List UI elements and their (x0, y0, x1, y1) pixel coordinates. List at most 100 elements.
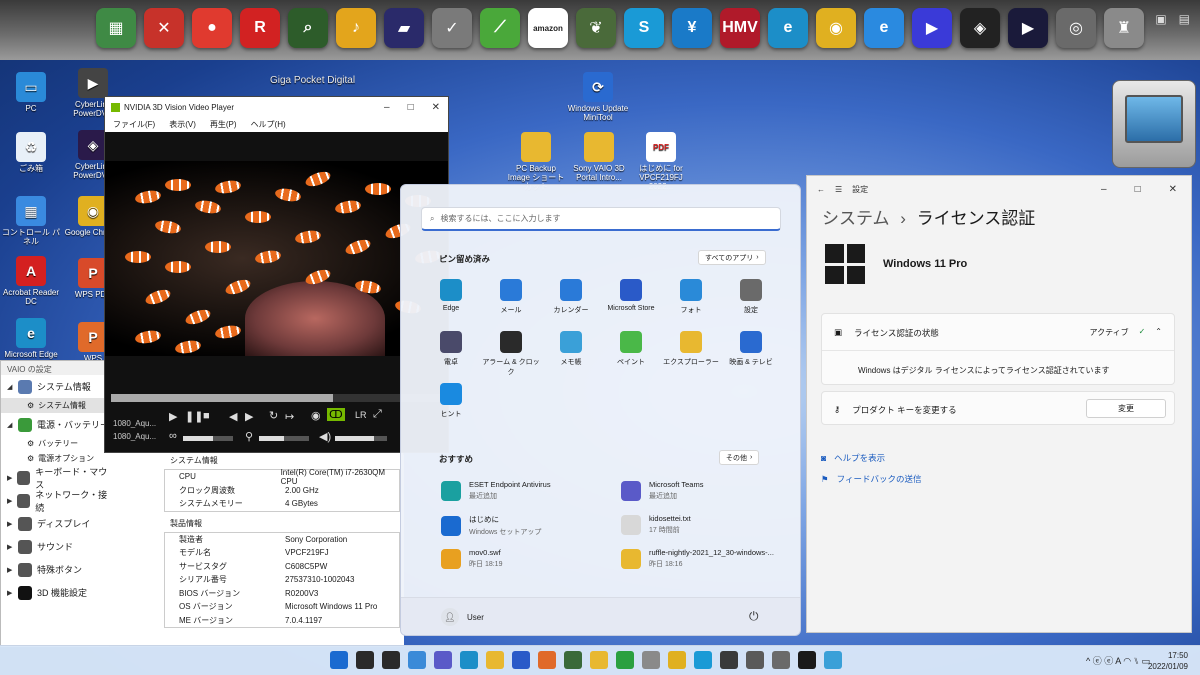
more-button[interactable]: その他 › (719, 450, 760, 465)
amazon-icon[interactable]: amazon (528, 8, 568, 48)
expanded-triangle-icon[interactable]: ◢ (7, 421, 13, 429)
ie-icon[interactable]: e (864, 8, 904, 48)
recommended-item[interactable]: kidosettei.txt 17 時間前 (621, 514, 691, 535)
photo-icon[interactable]: ▰ (384, 8, 424, 48)
start-search-box[interactable]: ⌕ 検索するには、ここに入力します (421, 207, 781, 231)
zoom-slider[interactable] (259, 436, 309, 441)
seek-bar[interactable] (111, 394, 443, 402)
minimize-button[interactable]: – (1101, 184, 1107, 195)
music-icon[interactable]: ♪ (336, 8, 376, 48)
taskbar-app-icon[interactable] (564, 651, 582, 669)
collapsed-triangle-icon[interactable]: ▶ (7, 543, 13, 551)
taskbar-app-icon[interactable] (694, 651, 712, 669)
desktop-icon[interactable]: ⟳ Windows Update MiniTool (567, 72, 629, 122)
edge-icon[interactable]: e (768, 8, 808, 48)
hmv-icon[interactable]: HMV (720, 8, 760, 48)
close-button[interactable]: ✕ (1169, 184, 1177, 195)
collapsed-triangle-icon[interactable]: ▶ (7, 589, 13, 597)
taskbar-app-icon[interactable] (486, 651, 504, 669)
dvd-burner-icon[interactable]: ● (192, 8, 232, 48)
step-forward-icon[interactable]: ▶ (245, 410, 253, 423)
chevron-up-icon[interactable]: ⌃ (1155, 327, 1162, 338)
taskbar-app-icon[interactable] (356, 651, 374, 669)
all-apps-button[interactable]: すべてのアプリ › (698, 250, 766, 265)
repeat-icon[interactable]: ↻ (269, 409, 278, 422)
pinned-app[interactable]: ペイント (601, 331, 661, 367)
taskbar-app-icon[interactable] (434, 651, 452, 669)
taskbar-app-icon[interactable] (746, 651, 764, 669)
feedback-link[interactable]: ⚑ フィードバックの送信 (821, 473, 921, 485)
menu-item[interactable]: ファイル(F) (113, 119, 155, 130)
pinned-app[interactable]: 電卓 (421, 331, 481, 367)
volume-icon[interactable]: ◀) (319, 430, 331, 443)
tree-item[interactable]: ▶ ネットワーク・接続 (1, 489, 109, 513)
ab-repeat-icon[interactable]: ↦ (285, 410, 294, 423)
pinned-app[interactable]: エクスプローラー (661, 331, 721, 367)
green-app-icon[interactable]: ⟋ (480, 8, 520, 48)
vaio-care-icon[interactable]: ▦ (96, 8, 136, 48)
video-frame[interactable] (105, 161, 448, 356)
tree-item[interactable]: ◢ 電源・バッテリー (1, 413, 109, 436)
recommended-item[interactable]: mov0.swf 昨日 18:19 (441, 548, 502, 569)
taskbar-app-icon[interactable] (330, 651, 348, 669)
recommended-item[interactable]: Microsoft Teams 最近追加 (621, 480, 703, 501)
change-button[interactable]: 変更 (1086, 399, 1166, 418)
taskbar-app-icon[interactable] (460, 651, 478, 669)
depth-slider[interactable] (183, 436, 233, 441)
recommended-item[interactable]: ruffle-nightly-2021_12_30-windows-... 昨日 … (621, 548, 774, 569)
3d-toggle-icon[interactable]: ↀ (327, 408, 345, 421)
dock-settings-icon[interactable]: ▣ (1155, 12, 1166, 26)
paint-icon[interactable]: ♜ (1104, 8, 1144, 48)
taskbar-app-icon[interactable] (512, 651, 530, 669)
taskbar-app-icon[interactable] (798, 651, 816, 669)
close-button[interactable]: ✕ (432, 102, 440, 113)
skype-icon[interactable]: S (624, 8, 664, 48)
chrome-icon[interactable]: ◉ (816, 8, 856, 48)
taskbar-app-icon[interactable] (590, 651, 608, 669)
tree-subitem[interactable]: ⚙ バッテリー (1, 436, 109, 451)
clock[interactable]: 17:50 2022/01/09 (1148, 650, 1188, 672)
taskbar-app-icon[interactable] (382, 651, 400, 669)
dock-briefcase-icon[interactable]: ▤ (1179, 12, 1190, 26)
play-icon[interactable]: ▶ (169, 410, 177, 423)
intel-gadget[interactable] (1112, 80, 1196, 168)
recommended-item[interactable]: ESET Endpoint Antivirus 最近追加 (441, 480, 551, 501)
desktop-icon[interactable]: ♻ ごみ箱 (0, 132, 62, 173)
collapsed-triangle-icon[interactable]: ▶ (7, 566, 13, 574)
tree-item[interactable]: ▶ 特殊ボタン (1, 558, 109, 581)
evernote-icon[interactable]: ❦ (576, 8, 616, 48)
pinned-app[interactable]: Microsoft Store (601, 279, 661, 312)
taskbar-app-icon[interactable] (772, 651, 790, 669)
media-gallery-icon[interactable]: ✕ (144, 8, 184, 48)
fullscreen-icon[interactable]: ⤢ (373, 408, 382, 421)
tree-item[interactable]: ▶ 3D 機能設定 (1, 581, 109, 604)
menu-item[interactable]: ヘルプ(H) (251, 119, 286, 130)
desktop-icon[interactable]: e Microsoft Edge (0, 318, 62, 359)
yen-icon[interactable]: ¥ (672, 8, 712, 48)
pinned-app[interactable]: カレンダー (541, 279, 601, 315)
back-arrow-icon[interactable]: ← (817, 185, 825, 194)
powerdvd-icon[interactable]: ▶ (1008, 8, 1048, 48)
tree-item[interactable]: ◢ システム情報 (1, 375, 109, 398)
step-back-icon[interactable]: ◀ (229, 410, 237, 423)
tree-item[interactable]: ▶ ディスプレイ (1, 512, 109, 535)
desktop-icon[interactable]: PC Backup Image ショートカット (505, 132, 567, 191)
power-icon[interactable]: ⏻ (749, 609, 759, 624)
pinned-app[interactable]: フォト (661, 279, 721, 315)
taskbar-app-icon[interactable] (642, 651, 660, 669)
system-tray[interactable]: ^ ⓔ ⓔ A ◠ ⑊ ▭ (1086, 654, 1150, 667)
pinned-app[interactable]: メモ帳 (541, 331, 601, 367)
swap-lr-icon[interactable]: LR (355, 410, 367, 420)
r-app-icon[interactable]: R (240, 8, 280, 48)
breadcrumb-parent[interactable]: システム (822, 209, 890, 228)
play-icon[interactable]: ▶ (912, 8, 952, 48)
pinned-app[interactable]: メール (481, 279, 541, 315)
pinned-app[interactable]: 映画 & テレビ (721, 331, 781, 367)
collapsed-triangle-icon[interactable]: ▶ (7, 474, 12, 482)
webcam-icon[interactable]: ◎ (1056, 8, 1096, 48)
maximize-button[interactable]: □ (1135, 184, 1141, 195)
tree-item[interactable]: ▶ キーボード・マウス (1, 466, 109, 490)
maximize-button[interactable]: □ (408, 102, 414, 113)
taskbar-app-icon[interactable] (616, 651, 634, 669)
recommended-item[interactable]: はじめに Windows セットアップ (441, 514, 541, 537)
